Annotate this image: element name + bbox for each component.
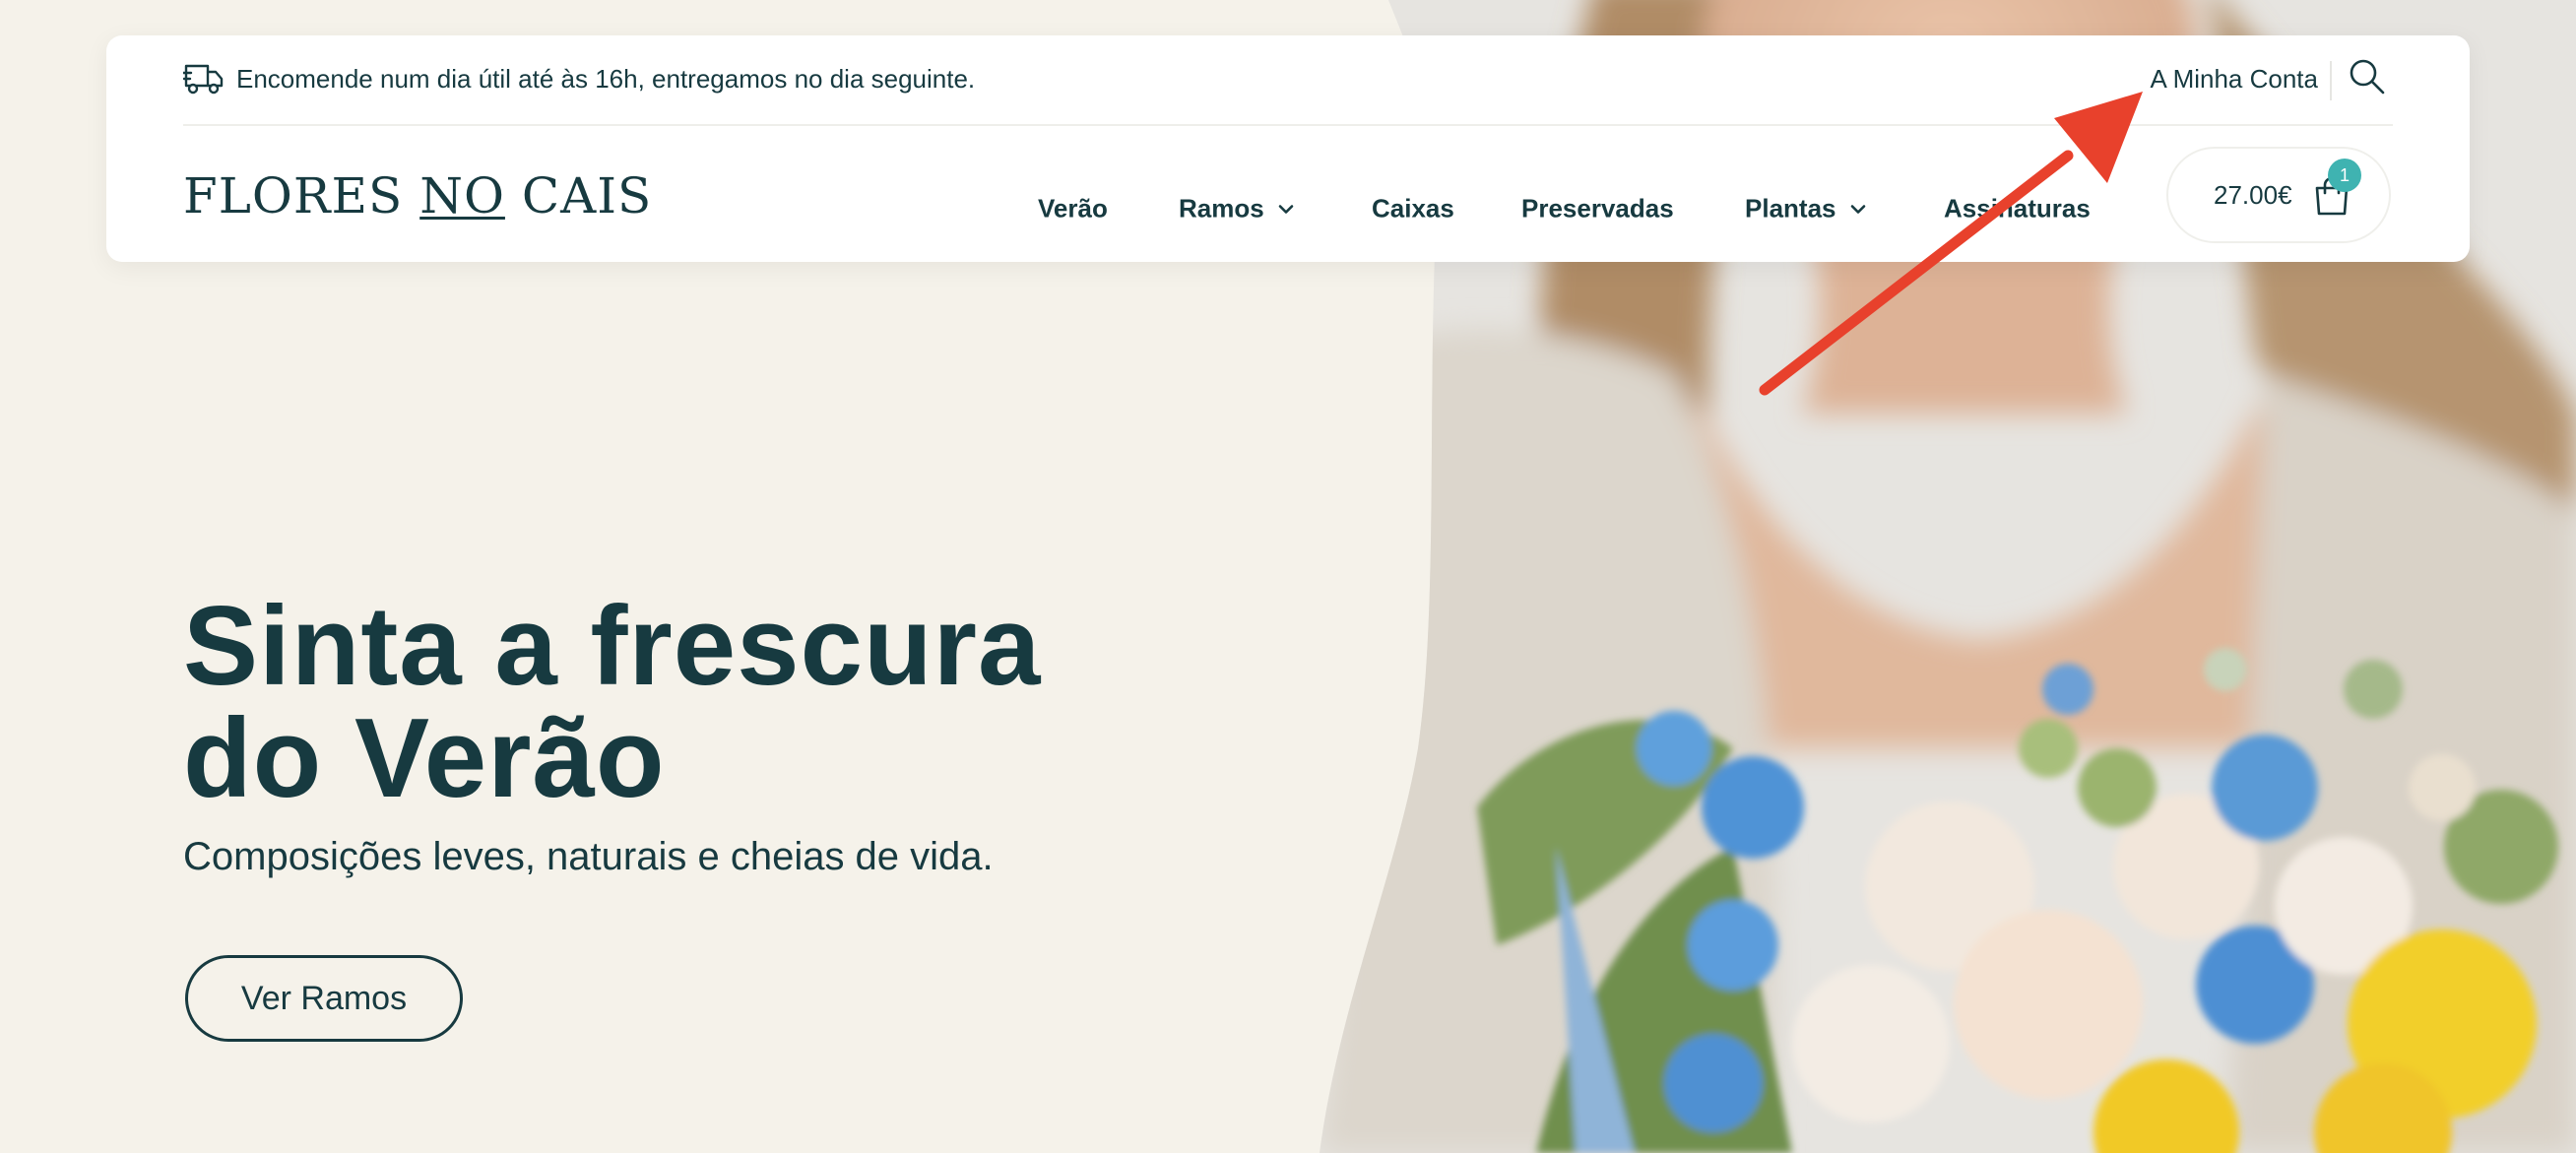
hero-subtitle: Composições leves, naturais e cheias de … xyxy=(183,835,994,878)
logo-text-no: NO xyxy=(419,167,505,224)
cart-count-badge: 1 xyxy=(2328,159,2361,192)
logo-text-cais: CAIS xyxy=(504,167,653,224)
hero-title-line: do Verão xyxy=(183,696,666,821)
nav-item-label: Verão xyxy=(1038,193,1108,224)
nav-item-label: Plantas xyxy=(1745,193,1836,224)
nav-item-label: Caixas xyxy=(1372,193,1454,224)
nav-item-label: Preservadas xyxy=(1521,193,1674,224)
header-topbar: Encomende num dia útil até às 16h, entre… xyxy=(183,35,2393,126)
hero-title: Sinta a frescura do Verão xyxy=(183,591,1266,815)
see-bouquets-button[interactable]: Ver Ramos xyxy=(185,955,463,1042)
nav-item-preservadas[interactable]: Preservadas xyxy=(1521,194,1674,224)
nav-item-assinaturas[interactable]: Assinaturas xyxy=(1944,194,2091,224)
nav-item-ramos[interactable]: Ramos xyxy=(1179,194,1294,224)
cart-total: 27.00€ xyxy=(2214,180,2292,210)
nav-item-verao[interactable]: Verão xyxy=(1038,194,1108,224)
truck-icon xyxy=(183,64,224,95)
chevron-down-icon xyxy=(1278,204,1294,214)
site-logo[interactable]: FLORES NO CAIS xyxy=(183,171,652,221)
nav-item-plantas[interactable]: Plantas xyxy=(1745,194,1866,224)
cart-button[interactable]: 27.00€ 1 xyxy=(2166,147,2391,243)
search-icon[interactable] xyxy=(2348,57,2387,96)
nav-item-label: Ramos xyxy=(1179,193,1264,224)
logo-text-flores: FLORES xyxy=(183,167,420,224)
hero-title-line: Sinta a frescura xyxy=(183,584,1042,709)
nav-item-label: Assinaturas xyxy=(1944,193,2091,224)
chevron-down-icon xyxy=(1850,204,1865,214)
topbar-divider xyxy=(2330,61,2332,100)
site-header: Encomende num dia útil até às 16h, entre… xyxy=(106,35,2470,262)
delivery-notice: Encomende num dia útil até às 16h, entre… xyxy=(236,64,976,94)
nav-item-caixas[interactable]: Caixas xyxy=(1372,194,1454,224)
my-account-link[interactable]: A Minha Conta xyxy=(2150,64,2318,95)
